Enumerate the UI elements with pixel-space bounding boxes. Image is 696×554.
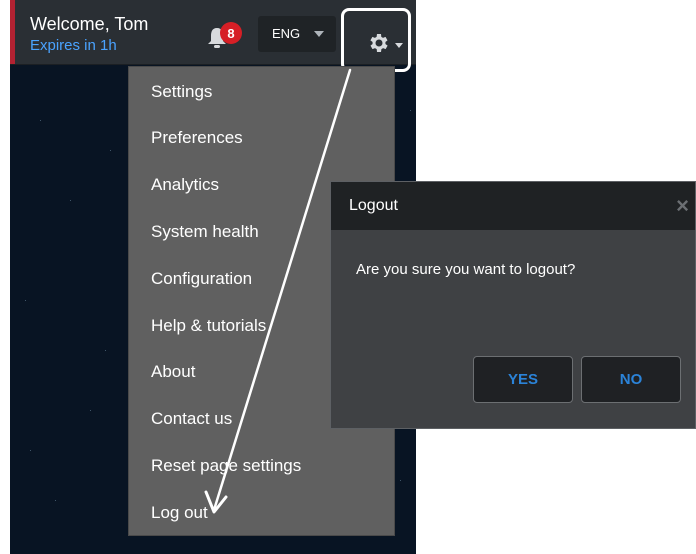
chevron-down-icon xyxy=(314,31,324,37)
close-icon[interactable]: × xyxy=(676,193,689,219)
dialog-title: Logout xyxy=(349,197,398,214)
menu-item-settings[interactable]: Settings xyxy=(151,82,212,102)
menu-item-reset-page-settings[interactable]: Reset page settings xyxy=(151,456,301,476)
welcome-text: Welcome, Tom xyxy=(30,14,149,34)
settings-menu-button[interactable] xyxy=(341,8,411,72)
gear-icon xyxy=(370,34,388,52)
chevron-down-icon xyxy=(395,43,403,48)
dialog-message: Are you sure you want to logout? xyxy=(356,261,576,278)
top-bar: Welcome, Tom Expires in 1h 8 ENG xyxy=(10,0,416,72)
no-button[interactable]: NO xyxy=(581,356,681,403)
menu-item-about[interactable]: About xyxy=(151,362,195,382)
language-select[interactable]: ENG xyxy=(258,16,336,52)
dialog-header: Logout × xyxy=(331,182,695,230)
menu-item-log-out[interactable]: Log out xyxy=(151,503,208,523)
logout-dialog: Logout × Are you sure you want to logout… xyxy=(330,181,696,429)
session-expiry: Expires in 1h xyxy=(30,37,117,54)
menu-item-analytics[interactable]: Analytics xyxy=(151,175,219,195)
menu-item-configuration[interactable]: Configuration xyxy=(151,269,252,289)
menu-item-system-health[interactable]: System health xyxy=(151,222,259,242)
menu-item-help-tutorials[interactable]: Help & tutorials xyxy=(151,316,266,336)
menu-item-preferences[interactable]: Preferences xyxy=(151,128,243,148)
brand-stripe xyxy=(10,0,15,64)
notification-badge: 8 xyxy=(220,22,242,44)
menu-item-contact-us[interactable]: Contact us xyxy=(151,409,232,429)
yes-button[interactable]: YES xyxy=(473,356,573,403)
language-label: ENG xyxy=(272,26,301,41)
